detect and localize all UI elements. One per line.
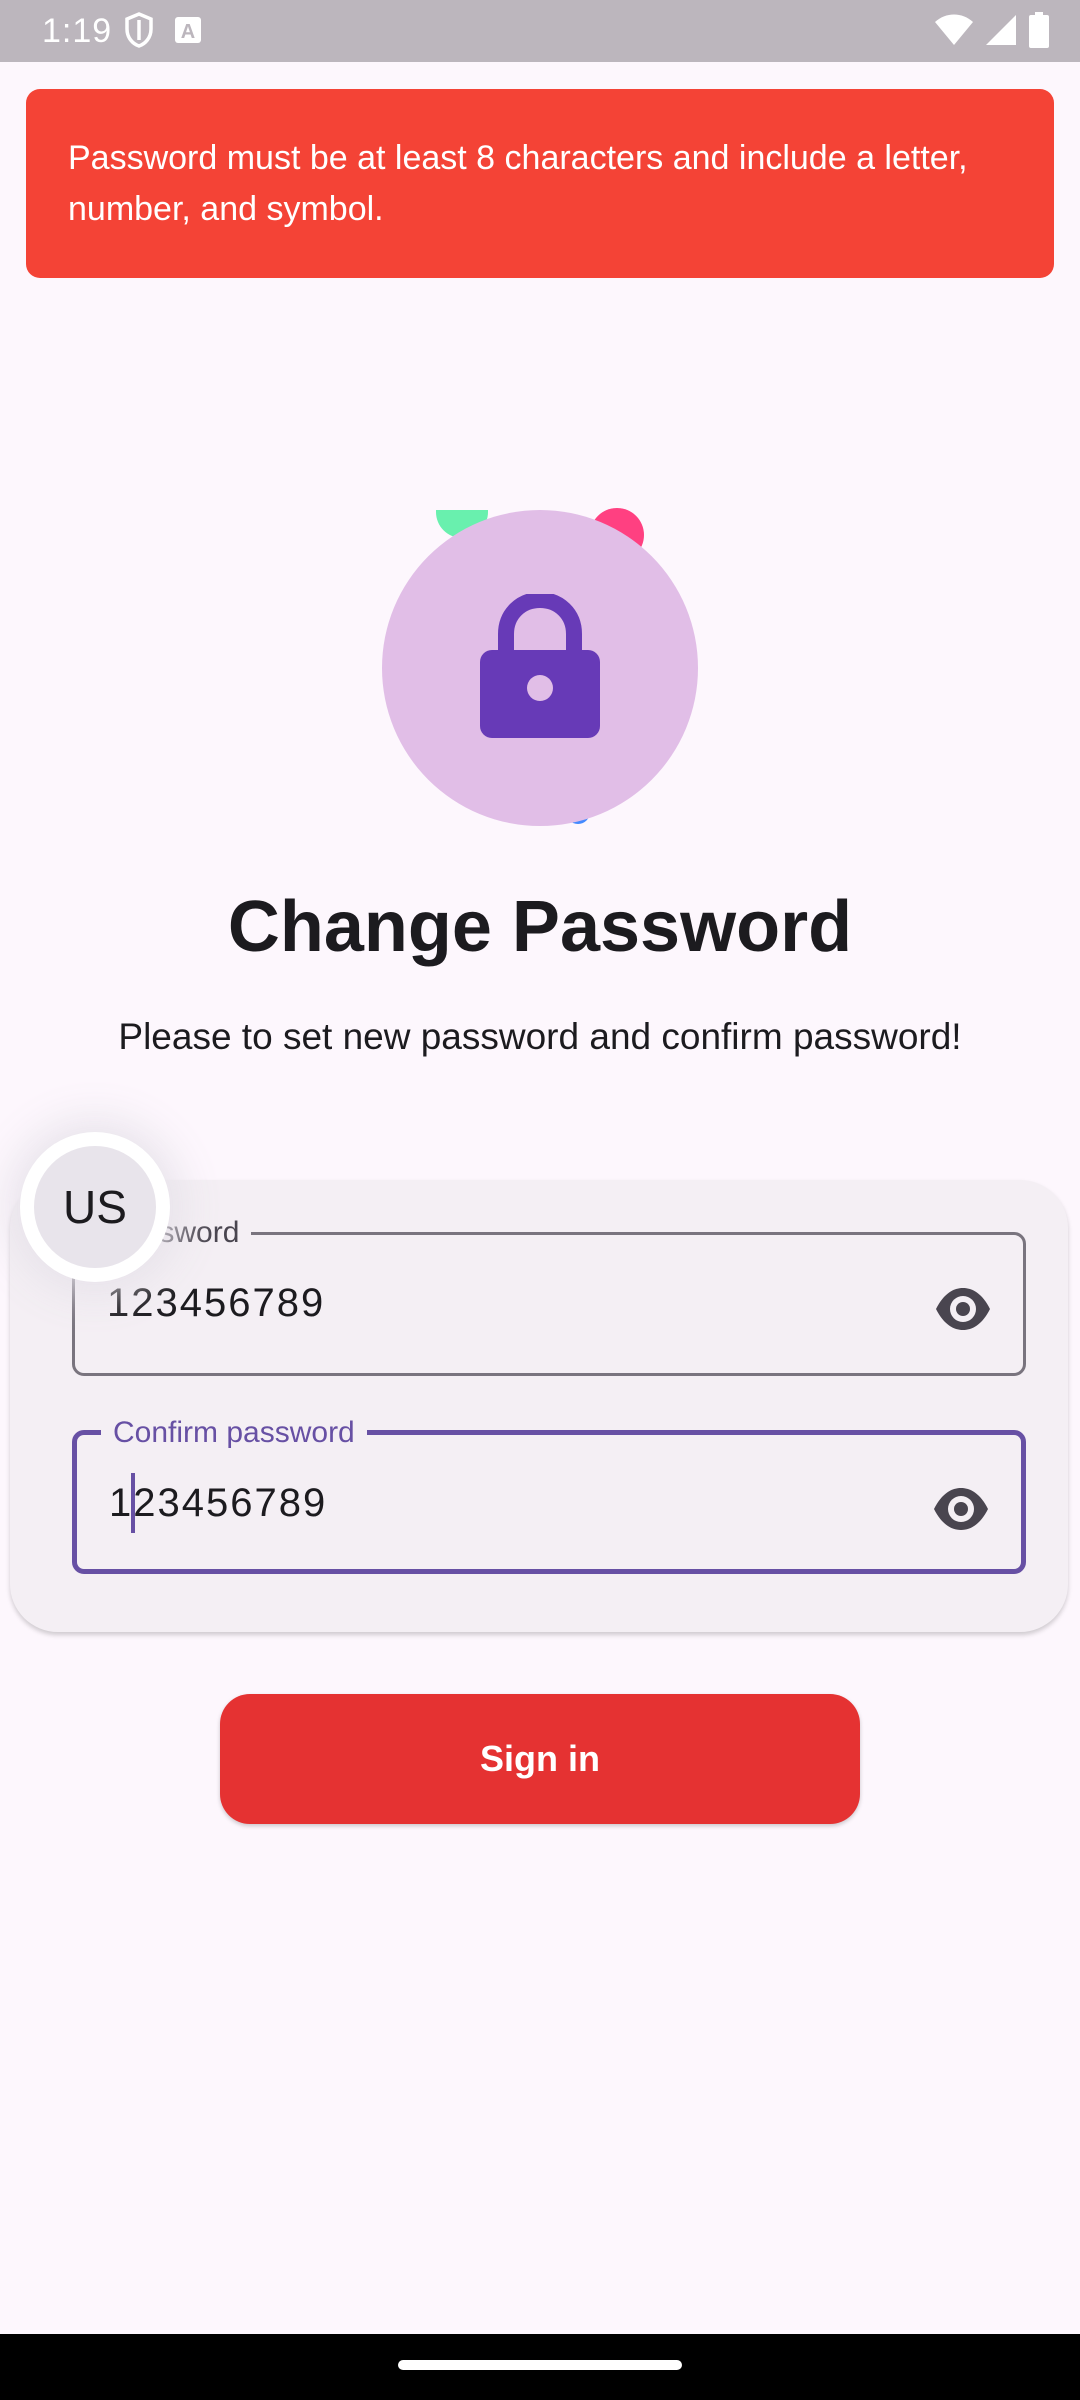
keyboard-a-icon: A xyxy=(175,17,201,43)
page-subtitle: Please to set new password and confirm p… xyxy=(118,1016,962,1057)
eye-icon[interactable] xyxy=(933,1279,993,1339)
sign-in-button[interactable]: Sign in xyxy=(220,1694,860,1824)
status-bar: 1:19 A xyxy=(0,0,1080,62)
svg-text:A: A xyxy=(181,21,195,43)
avatar-initials: US xyxy=(34,1146,156,1268)
floating-avatar[interactable]: US xyxy=(20,1132,170,1282)
error-banner: Password must be at least 8 characters a… xyxy=(26,89,1054,278)
password-form-card: password 123456789 Confirm password 1234… xyxy=(10,1180,1068,1632)
wifi-icon xyxy=(935,14,973,45)
shield-icon xyxy=(125,12,153,48)
cellular-signal-icon xyxy=(986,15,1016,45)
battery-icon xyxy=(1029,12,1049,48)
status-right-icons xyxy=(934,12,1050,48)
status-time: 1:19 xyxy=(42,12,113,50)
new-password-value: 123456789 xyxy=(107,1281,326,1325)
eye-icon[interactable] xyxy=(931,1479,991,1539)
confirm-password-field[interactable]: Confirm password 123456789 xyxy=(72,1413,1026,1574)
error-message: Password must be at least 8 characters a… xyxy=(68,139,968,228)
text-cursor xyxy=(131,1473,135,1533)
confirm-password-value: 123456789 xyxy=(109,1481,328,1525)
page-title: Change Password xyxy=(227,887,853,967)
home-indicator[interactable] xyxy=(398,2360,682,2370)
status-left-icons: A xyxy=(124,12,202,48)
confirm-password-label: Confirm password xyxy=(101,1413,367,1453)
lock-icon xyxy=(480,594,600,738)
new-password-field[interactable]: password 123456789 xyxy=(72,1213,1026,1376)
